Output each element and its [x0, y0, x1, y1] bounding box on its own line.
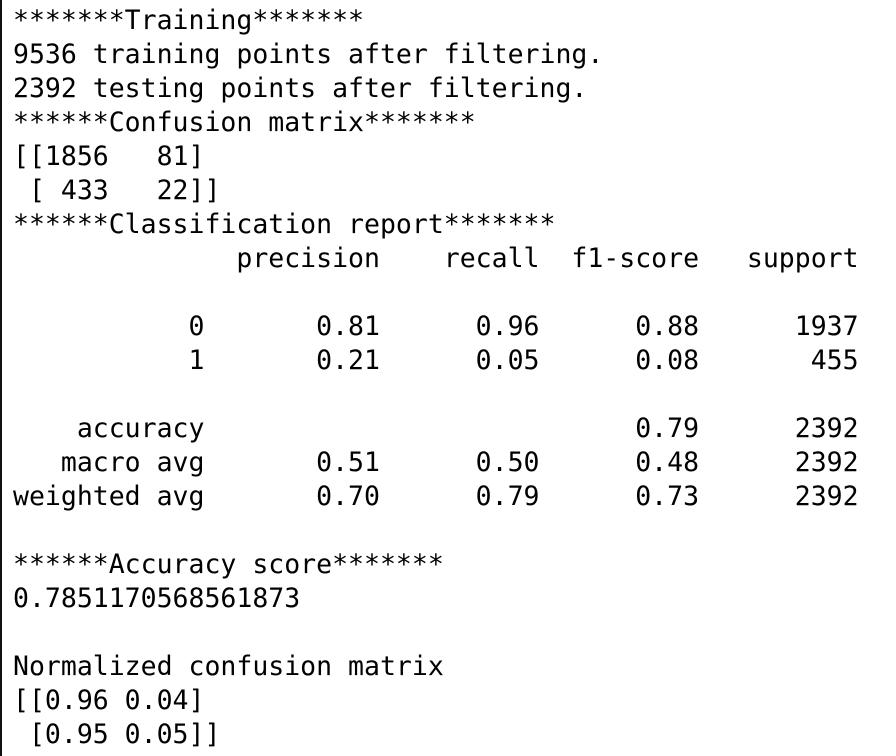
training-points-line: 9536 training points after filtering. — [13, 39, 604, 70]
classification-report-header: ******Classification report******* — [13, 209, 556, 240]
accuracy-score-value: 0.7851170568561873 — [13, 583, 301, 614]
accuracy-score-header: ******Accuracy score******* — [13, 549, 444, 580]
terminal-window[interactable]: - 7 *******Training*******9536 training … — [0, 0, 896, 756]
testing-points-line: 2392 testing points after filtering. — [13, 73, 588, 104]
normalized-matrix-row-2: [0.95 0.05]] — [13, 719, 221, 750]
report-column-headers: precision recall f1-score support — [13, 243, 859, 274]
report-row-weighted-avg: weighted avg 0.70 0.79 0.73 2392 — [13, 481, 859, 512]
confusion-matrix-row-2: [ 433 22]] — [13, 175, 221, 206]
report-row-macro-avg: macro avg 0.51 0.50 0.48 2392 — [13, 447, 859, 478]
confusion-matrix-header: ******Confusion matrix******* — [13, 107, 476, 138]
report-row-class-0: 0 0.81 0.96 0.88 1937 — [13, 311, 859, 342]
report-row-accuracy: accuracy 0.79 2392 — [13, 413, 859, 444]
training-header: *******Training******* — [13, 5, 364, 36]
confusion-matrix-row-1: [[1856 81] — [13, 141, 205, 172]
normalized-matrix-row-1: [[0.96 0.04] — [13, 685, 205, 716]
report-row-class-1: 1 0.21 0.05 0.08 455 — [13, 345, 859, 376]
terminal-output: *******Training******* 9536 training poin… — [13, 4, 859, 752]
normalized-confusion-matrix-header: Normalized confusion matrix — [13, 651, 444, 682]
